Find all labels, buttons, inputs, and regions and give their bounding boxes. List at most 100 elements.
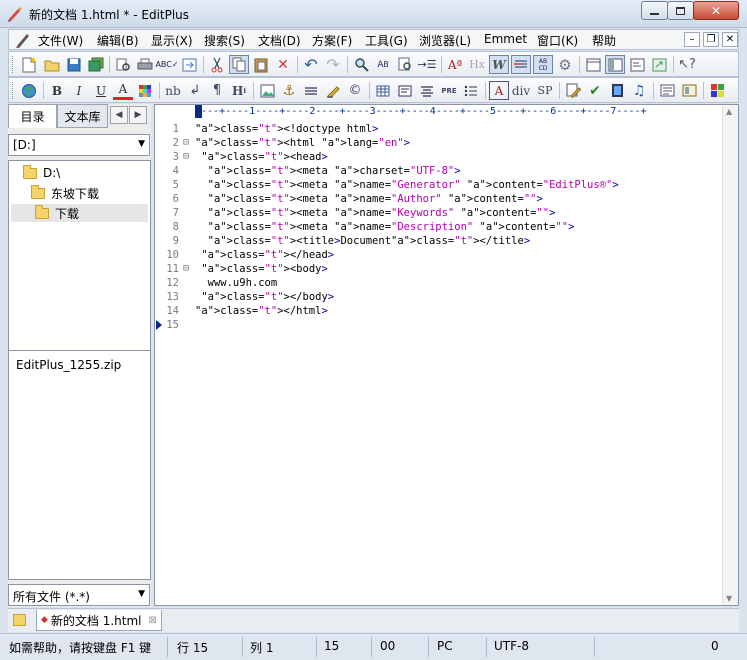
status-line-ending[interactable]: PC	[437, 639, 453, 653]
directory-window-icon[interactable]	[583, 55, 603, 74]
menu-edit[interactable]: 编辑(B)	[97, 32, 139, 49]
globe-icon[interactable]	[19, 81, 39, 100]
menu-search[interactable]: 搜索(S)	[204, 32, 245, 49]
drive-select[interactable]: [D:] ▼	[8, 134, 150, 156]
list-icon[interactable]	[461, 81, 481, 100]
span-icon[interactable]: SP	[535, 81, 555, 100]
image-icon[interactable]	[257, 81, 277, 100]
preformatted-icon[interactable]: PRE	[439, 81, 459, 100]
tab-directory[interactable]: 目录	[8, 104, 57, 128]
code-line[interactable]: 13 "a">class="t"></body>	[155, 290, 720, 304]
code-line[interactable]: 4 "a">class="t"><meta "a">charset="UTF-8…	[155, 164, 720, 178]
menu-emmet[interactable]: Emmet	[484, 32, 527, 46]
code-line[interactable]: 7 "a">class="t"><meta "a">name="Keywords…	[155, 206, 720, 220]
menu-view[interactable]: 显示(X)	[151, 32, 193, 49]
menu-tools[interactable]: 工具(G)	[365, 32, 408, 49]
fold-toggle-icon[interactable]: ⊟	[183, 262, 189, 276]
font-icon[interactable]: Aª	[445, 55, 465, 74]
code-line[interactable]: 9 "a">class="t"><title>Document"a">class…	[155, 234, 720, 248]
menu-file[interactable]: 文件(W)	[38, 32, 83, 49]
goto-line-icon[interactable]: →☰	[417, 55, 437, 74]
context-help-icon[interactable]: ↖?	[677, 55, 697, 74]
browser-preview-icon[interactable]	[179, 55, 199, 74]
print-icon[interactable]	[135, 55, 155, 74]
mdi-restore-button[interactable]: ❐	[703, 32, 719, 47]
code-line[interactable]: 15	[155, 318, 720, 332]
div-icon[interactable]: div	[511, 81, 531, 100]
fold-toggle-icon[interactable]: ⊟	[183, 150, 189, 164]
anchor-icon[interactable]: ⚓	[279, 81, 299, 100]
menu-browser[interactable]: 浏览器(L)	[419, 32, 471, 49]
tree-item-download[interactable]: 下载	[11, 204, 148, 222]
word-wrap-icon[interactable]: W	[489, 55, 509, 74]
align-icon[interactable]	[417, 81, 437, 100]
delete-icon[interactable]: ✕	[273, 55, 293, 74]
line-break-icon[interactable]: ↲	[185, 81, 205, 100]
spell-check-icon[interactable]: ABC✓	[155, 55, 178, 74]
tab-scroll-left-icon[interactable]: ◀	[110, 106, 128, 124]
code-line[interactable]: 1 "a">class="t"><!doctype html>	[155, 122, 720, 136]
scroll-up-icon[interactable]: ▲	[726, 107, 732, 116]
font-color-icon[interactable]: A	[113, 81, 133, 100]
print-preview-icon[interactable]	[113, 55, 133, 74]
form-icon[interactable]	[395, 81, 415, 100]
menu-document[interactable]: 文档(D)	[258, 32, 301, 49]
close-window-button[interactable]: ✕	[693, 1, 739, 20]
layer-icon[interactable]	[657, 81, 677, 100]
menu-help[interactable]: 帮助	[592, 32, 616, 49]
nbsp-icon[interactable]: nb	[163, 81, 183, 100]
menu-window[interactable]: 窗口(K)	[537, 32, 578, 49]
scroll-down-icon[interactable]: ▼	[726, 594, 732, 603]
open-folder-icon[interactable]	[42, 55, 62, 74]
vertical-scrollbar[interactable]: ▲ ▼	[722, 105, 738, 605]
save-all-icon[interactable]	[86, 55, 106, 74]
table-icon[interactable]	[373, 81, 393, 100]
ruler-icon[interactable]: AB CD	[533, 55, 553, 74]
horizontal-rule-icon[interactable]	[301, 81, 321, 100]
paragraph-icon[interactable]: ¶	[207, 81, 227, 100]
cut-icon[interactable]	[207, 55, 227, 74]
toolbar-grip[interactable]	[12, 56, 15, 73]
bold-icon[interactable]: B	[47, 81, 67, 100]
folder-icon[interactable]	[13, 614, 26, 626]
code-line[interactable]: 5 "a">class="t"><meta "a">name="Generato…	[155, 178, 720, 192]
mdi-close-button[interactable]: ✕	[722, 32, 738, 47]
tree-item-drive[interactable]: D:\	[23, 164, 60, 182]
code-line[interactable]: 10 "a">class="t"></head>	[155, 248, 720, 262]
output-window-icon[interactable]	[627, 55, 647, 74]
toolbar-grip[interactable]	[12, 82, 15, 99]
find-in-files-icon[interactable]	[395, 55, 415, 74]
new-file-icon[interactable]	[19, 55, 39, 74]
file-filter-select[interactable]: 所有文件 (*.*) ▼	[8, 584, 150, 606]
code-line[interactable]: 8 "a">class="t"><meta "a">name="Descript…	[155, 220, 720, 234]
code-line[interactable]: 14 "a">class="t"></html>	[155, 304, 720, 318]
tab-cliptext[interactable]: 文本库	[57, 104, 108, 128]
copyright-icon[interactable]: ©	[345, 81, 365, 100]
minimize-button[interactable]	[641, 1, 668, 20]
frame-icon[interactable]	[679, 81, 699, 100]
find-icon[interactable]	[351, 55, 371, 74]
status-encoding[interactable]: UTF-8	[494, 639, 529, 653]
media-film-icon[interactable]	[607, 81, 627, 100]
underline-icon[interactable]: U	[91, 81, 111, 100]
toolbar-options-icon[interactable]	[707, 81, 727, 100]
tab-scroll-right-icon[interactable]: ▶	[129, 106, 147, 124]
tree-item-dongpo[interactable]: 东坡下载	[31, 184, 99, 202]
fold-toggle-icon[interactable]: ⊟	[183, 136, 189, 150]
replace-icon[interactable]: AB	[373, 55, 393, 74]
paste-icon[interactable]	[251, 55, 271, 74]
tab-document[interactable]: ◆ 新的文档 1.html ⊠	[36, 610, 162, 631]
code-line[interactable]: 3 ⊟ "a">class="t"><head>	[155, 150, 720, 164]
maximize-button[interactable]	[667, 1, 694, 20]
heading-icon[interactable]: Hi	[229, 81, 249, 100]
line-number-icon[interactable]	[511, 55, 531, 74]
close-tab-icon[interactable]: ⊠	[149, 615, 157, 626]
file-item[interactable]: EditPlus_1255.zip	[16, 356, 121, 374]
code-line[interactable]: 11 ⊟ "a">class="t"><body>	[155, 262, 720, 276]
menu-project[interactable]: 方案(F)	[312, 32, 352, 49]
save-icon[interactable]	[64, 55, 84, 74]
edit-page-icon[interactable]	[563, 81, 583, 100]
code-line[interactable]: 2 ⊟ "a">class="t"><html "a">lang="en">	[155, 136, 720, 150]
code-line[interactable]: 6 "a">class="t"><meta "a">name="Author" …	[155, 192, 720, 206]
music-note-icon[interactable]: ♫	[629, 81, 649, 100]
